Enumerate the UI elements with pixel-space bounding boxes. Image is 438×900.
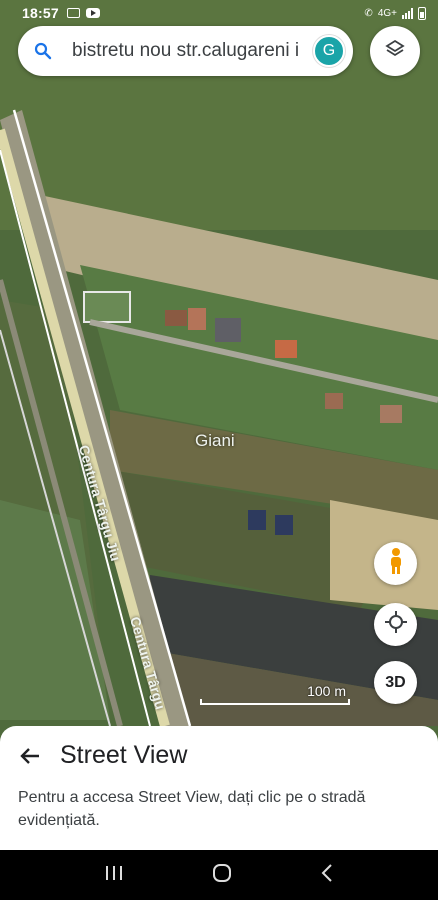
three-d-button[interactable]: 3D xyxy=(374,661,417,704)
my-location-icon xyxy=(384,610,408,639)
my-location-button[interactable] xyxy=(374,603,417,646)
status-time: 18:57 xyxy=(22,5,59,21)
nav-back-icon[interactable] xyxy=(320,863,334,888)
scale-line xyxy=(200,699,350,705)
recents-icon[interactable] xyxy=(104,864,124,887)
call-icon: ✆ xyxy=(364,7,373,19)
search-input[interactable] xyxy=(72,40,313,62)
system-nav-bar xyxy=(0,850,438,900)
back-arrow-icon[interactable] xyxy=(18,744,44,768)
gallery-notification-icon xyxy=(66,8,80,18)
street-view-sheet: Street View Pentru a accesa Street View,… xyxy=(0,726,438,850)
place-label[interactable]: Giani xyxy=(195,431,235,451)
street-view-pegman-button[interactable] xyxy=(374,542,417,585)
sheet-title: Street View xyxy=(60,741,188,769)
network-type: 4G+ xyxy=(377,7,397,19)
sheet-description: Pentru a accesa Street View, dați clic p… xyxy=(18,789,366,829)
layers-icon xyxy=(384,38,406,65)
scale-label: 100 m xyxy=(307,683,346,699)
status-bar: 18:57 ✆ 4G+ xyxy=(0,0,438,26)
account-avatar[interactable]: G xyxy=(313,35,345,67)
youtube-notification-icon xyxy=(85,8,100,18)
pegman-icon xyxy=(386,547,406,580)
scale-bar: 100 m xyxy=(200,683,350,707)
home-icon[interactable] xyxy=(211,862,233,889)
battery-icon xyxy=(418,6,426,20)
search-bar[interactable]: G xyxy=(18,26,353,76)
layers-button[interactable] xyxy=(370,26,420,76)
search-icon[interactable] xyxy=(32,40,54,62)
signal-icon xyxy=(402,7,413,19)
